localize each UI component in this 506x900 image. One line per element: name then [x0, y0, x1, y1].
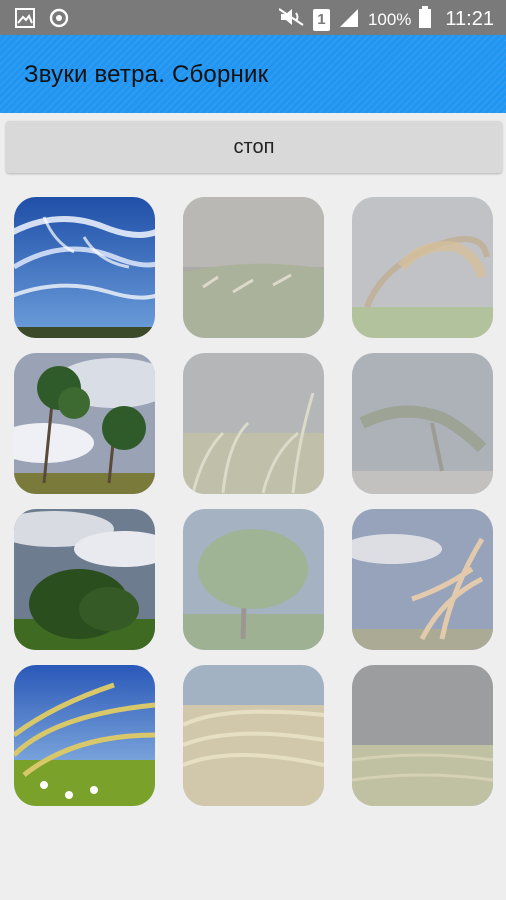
app-bar: Звуки ветра. Сборник [0, 35, 506, 113]
signal-icon [338, 7, 360, 32]
stop-button[interactable]: стоп [6, 121, 502, 173]
status-bar: 1 100% 11:21 [0, 0, 506, 35]
battery-percent: 100% [367, 9, 412, 29]
sound-tile-windy-trees[interactable] [14, 353, 155, 494]
sound-tile-field-storm[interactable] [183, 197, 324, 338]
battery-icon [419, 6, 432, 33]
sound-tile-green-bush[interactable] [14, 509, 155, 650]
app-title: Звуки ветра. Сборник [24, 61, 269, 88]
sim-icon: 1 [312, 8, 330, 31]
sound-tile-tall-grass[interactable] [183, 665, 324, 806]
sound-tile-grass-plume[interactable] [352, 509, 493, 650]
mute-icon [278, 7, 305, 32]
sound-tile-grass-wind[interactable] [183, 353, 324, 494]
sound-tile-bent-tree[interactable] [352, 197, 493, 338]
sound-tile-sky-cirrus[interactable] [14, 197, 155, 338]
sound-tile-bending-tree[interactable] [183, 509, 324, 650]
image-icon [14, 7, 36, 34]
sound-tile-windswept-tree[interactable] [352, 353, 493, 494]
sound-tile-wheat-ears[interactable] [14, 665, 155, 806]
sync-icon [48, 7, 70, 34]
sound-tile-dark-field[interactable] [352, 665, 493, 806]
clock: 11:21 [445, 8, 494, 30]
